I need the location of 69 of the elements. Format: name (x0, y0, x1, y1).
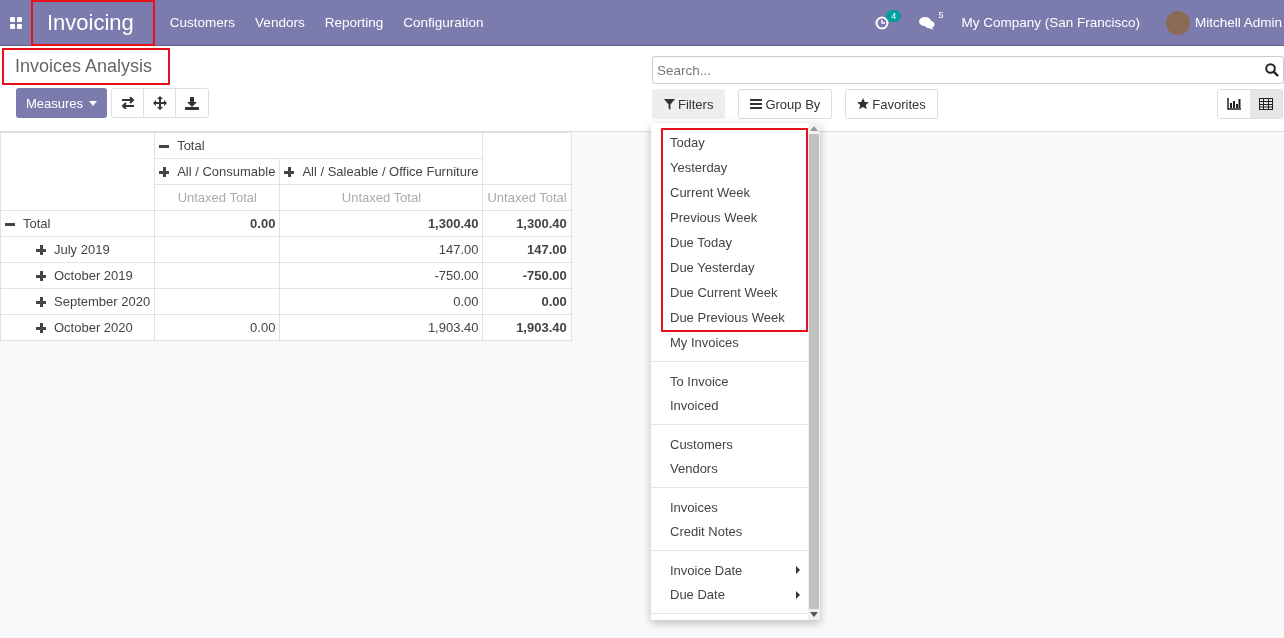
table-cell: 1,300.40 (483, 210, 572, 237)
star-icon (857, 98, 870, 110)
row-header[interactable]: Total (0, 210, 155, 237)
table-cell: -750.00 (279, 262, 483, 289)
submenu-arrow-icon (796, 590, 800, 599)
scroll-down-arrow-icon[interactable] (810, 612, 818, 617)
column-header[interactable]: All / Consumable (154, 158, 280, 185)
nav-menu-item[interactable]: Reporting (324, 15, 384, 30)
search-option-button[interactable]: Favorites (845, 89, 938, 119)
row-header[interactable]: July 2019 (0, 236, 155, 263)
filter-icon (664, 98, 675, 110)
filter-option[interactable]: Due Previous Week (663, 305, 806, 330)
clock-icon[interactable] (875, 15, 890, 30)
chat-icon[interactable] (919, 15, 936, 30)
scrollbar[interactable] (808, 123, 820, 620)
filter-option[interactable]: My Invoices (663, 330, 806, 355)
table-cell: 1,903.40 (279, 314, 483, 341)
nav-menu-item[interactable]: Customers (169, 15, 236, 30)
search-option-button[interactable]: Filters (652, 89, 726, 119)
swap-arrows-icon (120, 97, 135, 109)
apps-menu-icon[interactable] (10, 16, 22, 29)
filter-option[interactable]: Today (663, 130, 806, 155)
filter-option[interactable]: Invoiced (663, 393, 806, 418)
flip-axis-button[interactable] (112, 89, 145, 117)
row-header[interactable]: October 2020 (0, 314, 155, 341)
company-switcher[interactable]: My Company (San Francisco) (961, 15, 1140, 30)
filter-option[interactable]: Due Yesterday (663, 255, 806, 280)
bar-chart-icon (1227, 98, 1241, 110)
column-header[interactable]: Total (154, 132, 483, 159)
measure-header: Untaxed Total (483, 184, 572, 211)
submenu-arrow-icon (796, 566, 800, 574)
table-cell: -750.00 (483, 262, 572, 289)
filter-option[interactable]: Previous Week (663, 205, 806, 230)
measure-header: Untaxed Total (154, 184, 280, 211)
table-icon (1259, 98, 1273, 110)
row-header[interactable]: October 2019 (0, 262, 155, 289)
caret-icon (89, 100, 98, 106)
filter-option[interactable]: Yesterday (663, 155, 806, 180)
list-icon (750, 99, 763, 109)
filter-option[interactable]: Due Current Week (663, 280, 806, 305)
table-cell: 0.00 (279, 288, 483, 315)
measures-button[interactable]: Measures (16, 88, 108, 118)
move-arrows-icon (152, 96, 167, 110)
table-cell: 147.00 (483, 236, 572, 263)
table-cell: 147.00 (279, 236, 483, 263)
filter-option[interactable]: Due Today (663, 230, 806, 255)
search-option-button[interactable]: Group By (738, 89, 833, 119)
search-icon[interactable] (1265, 63, 1279, 77)
table-cell: 0.00 (154, 210, 280, 237)
filter-option[interactable]: Credit Notes (663, 519, 806, 544)
search-field[interactable]: Search... (652, 56, 1284, 84)
filter-option[interactable]: Vendors (663, 456, 806, 481)
row-header[interactable]: September 2020 (0, 288, 155, 315)
table-cell: 0.00 (483, 288, 572, 315)
view-switch-button[interactable] (1250, 90, 1282, 118)
nav-menu-item[interactable]: Vendors (255, 15, 305, 30)
table-cell: 1,903.40 (483, 314, 572, 341)
page-title: Invoices Analysis (2, 48, 171, 85)
filter-option[interactable]: Due Date (663, 582, 806, 607)
message-count: 5 (938, 9, 944, 20)
app-name[interactable]: Invoicing (32, 0, 154, 45)
nav-menu-item[interactable]: Configuration (403, 15, 484, 30)
download-icon (185, 96, 200, 110)
filter-option[interactable]: Current Week (663, 180, 806, 205)
measure-header: Untaxed Total (279, 184, 483, 211)
user-menu[interactable]: Mitchell Admin (1194, 15, 1282, 30)
table-cell: 1,300.40 (279, 210, 483, 237)
activity-count-badge: 4 (886, 9, 902, 22)
table-cell: 0.00 (154, 314, 280, 341)
